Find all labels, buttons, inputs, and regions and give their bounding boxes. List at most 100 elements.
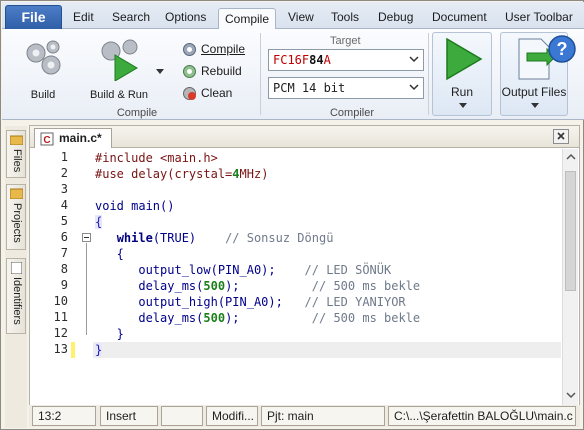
token: void (95, 199, 124, 213)
chevron-down-icon (409, 84, 419, 91)
line-number: 10 (53, 294, 68, 308)
line-number: 3 (60, 182, 68, 196)
rebuild-icon (183, 64, 196, 78)
line-number: 7 (60, 246, 68, 260)
gears-icon (21, 37, 65, 81)
chevron-down-icon (409, 56, 419, 63)
status-empty-cell (161, 406, 203, 426)
tab-search[interactable]: Search (112, 10, 150, 24)
sidebar-tab-files[interactable]: Files (6, 130, 26, 178)
token: main() (123, 199, 175, 213)
compiler-select[interactable]: PCM 14 bit (268, 77, 424, 99)
run-button[interactable]: Run (432, 32, 492, 116)
tab-tools[interactable]: Tools (331, 10, 359, 24)
token: output_low(PIN_A0); (95, 263, 305, 277)
token: 500 (203, 279, 226, 293)
ribbon: Build Build & Run Compile Rebuild Clean … (2, 29, 584, 120)
status-bar: 13:2 Insert Modifi... Pjt: main C:\...\Ş… (29, 405, 580, 427)
tab-view[interactable]: View (288, 10, 314, 24)
token: // 500 ms bekle (311, 311, 421, 325)
editor-panel: C main.c* 1 2 3 4 5 6 7 8 9 10 11 12 13 (29, 125, 580, 406)
line-number-gutter: 1 2 3 4 5 6 7 8 9 10 11 12 13 (30, 149, 92, 406)
status-cursor-position: 13:2 (32, 406, 96, 426)
target-value-suffix: A (323, 53, 331, 67)
target-value-mid: C16F (280, 53, 310, 67)
status-modified: Modifi... (206, 406, 258, 426)
code-line-12: } (93, 326, 561, 342)
status-file-path: C:\...\Şerafettin BALOĞLU\main.c (388, 406, 576, 426)
tab-user-toolbar[interactable]: User Toolbar (505, 10, 573, 24)
token: MHz) (239, 167, 269, 181)
rebuild-button[interactable]: Rebuild (182, 61, 242, 81)
token: ); (225, 311, 312, 325)
tab-document[interactable]: Document (432, 10, 487, 24)
code-line-5: { (93, 214, 561, 230)
token: 500 (203, 311, 226, 325)
sidebar-tab-projects[interactable]: Projects (6, 184, 26, 250)
clean-button[interactable]: Clean (182, 83, 232, 103)
token: // LED YANIYOR (304, 295, 406, 309)
token: // LED SÖNÜK (304, 263, 392, 277)
file-menu-button[interactable]: File (5, 5, 62, 30)
build-and-run-button[interactable]: Build & Run (88, 37, 150, 101)
token: // 500 ms bekle (311, 279, 421, 293)
code-line-11: delay_ms(500); // 500 ms bekle (93, 310, 561, 326)
target-label: Target (330, 35, 361, 47)
code-line-10: output_high(PIN_A0); // LED YANIYOR (93, 294, 561, 310)
tab-debug[interactable]: Debug (378, 10, 413, 24)
modified-line-marker (71, 342, 75, 358)
help-icon[interactable]: ? (547, 34, 577, 64)
compile-group-label: Compile (116, 107, 158, 119)
svg-text:?: ? (557, 39, 568, 59)
ribbon-tab-bar: File Edit Search Options Compile View To… (2, 2, 584, 31)
vertical-scrollbar[interactable] (562, 149, 578, 405)
line-number: 11 (53, 310, 68, 324)
document-tab-main-c[interactable]: C main.c* (34, 128, 112, 148)
line-number: 6 (60, 230, 68, 244)
compiler-value: PCM 14 bit (273, 81, 346, 95)
close-document-button[interactable] (553, 129, 569, 144)
token: { (95, 247, 124, 261)
chevron-down-icon (531, 103, 539, 108)
play-icon (446, 37, 483, 81)
build-and-run-label: Build & Run (89, 89, 149, 101)
fold-line (86, 243, 87, 335)
build-button[interactable]: Build (16, 37, 70, 101)
code-line-7: { (93, 246, 561, 262)
chevron-down-icon[interactable] (156, 69, 164, 74)
token: ); (225, 279, 312, 293)
chevron-down-icon (459, 103, 467, 108)
tab-edit[interactable]: Edit (73, 10, 94, 24)
code-line-1: #include <main.h> (93, 150, 561, 166)
document-tab-title: main.c* (59, 131, 102, 145)
line-number: 8 (60, 262, 68, 276)
token: while (116, 231, 153, 245)
gears-play-icon (97, 37, 141, 82)
minus-icon (84, 237, 89, 238)
code-area[interactable]: #include <main.h> #use delay(crystal=4MH… (93, 149, 561, 406)
target-device-select[interactable]: FC16F84A (268, 49, 424, 71)
sidebar-tab-identifiers[interactable]: Identifiers (6, 258, 26, 334)
tab-options[interactable]: Options (165, 10, 206, 24)
line-number: 12 (53, 326, 68, 340)
line-number: 5 (60, 214, 68, 228)
document-tab-bar: C main.c* (30, 126, 579, 148)
code-line-9: delay_ms(500); // 500 ms bekle (93, 278, 561, 294)
fold-toggle[interactable] (82, 233, 91, 242)
scrollbar-thumb[interactable] (565, 171, 576, 291)
c-file-icon: C (40, 132, 54, 146)
token: // Sonsuz Döngü (225, 231, 334, 245)
compile-button[interactable]: Compile (182, 39, 245, 59)
chevron-down-icon[interactable] (566, 391, 576, 399)
token: { (95, 215, 103, 229)
line-number: 2 (60, 166, 68, 180)
code-line-4: void main() (93, 198, 561, 214)
status-project: Pjt: main (261, 406, 385, 426)
chevron-up-icon[interactable] (566, 153, 576, 161)
run-label: Run (450, 85, 473, 99)
compiler-group-label: Compiler (329, 107, 374, 119)
code-line-2: #use delay(crystal=4MHz) (93, 166, 561, 182)
tab-compile[interactable]: Compile (218, 8, 277, 31)
token: <main.h> (152, 151, 218, 165)
compile-label: Compile (201, 42, 246, 56)
